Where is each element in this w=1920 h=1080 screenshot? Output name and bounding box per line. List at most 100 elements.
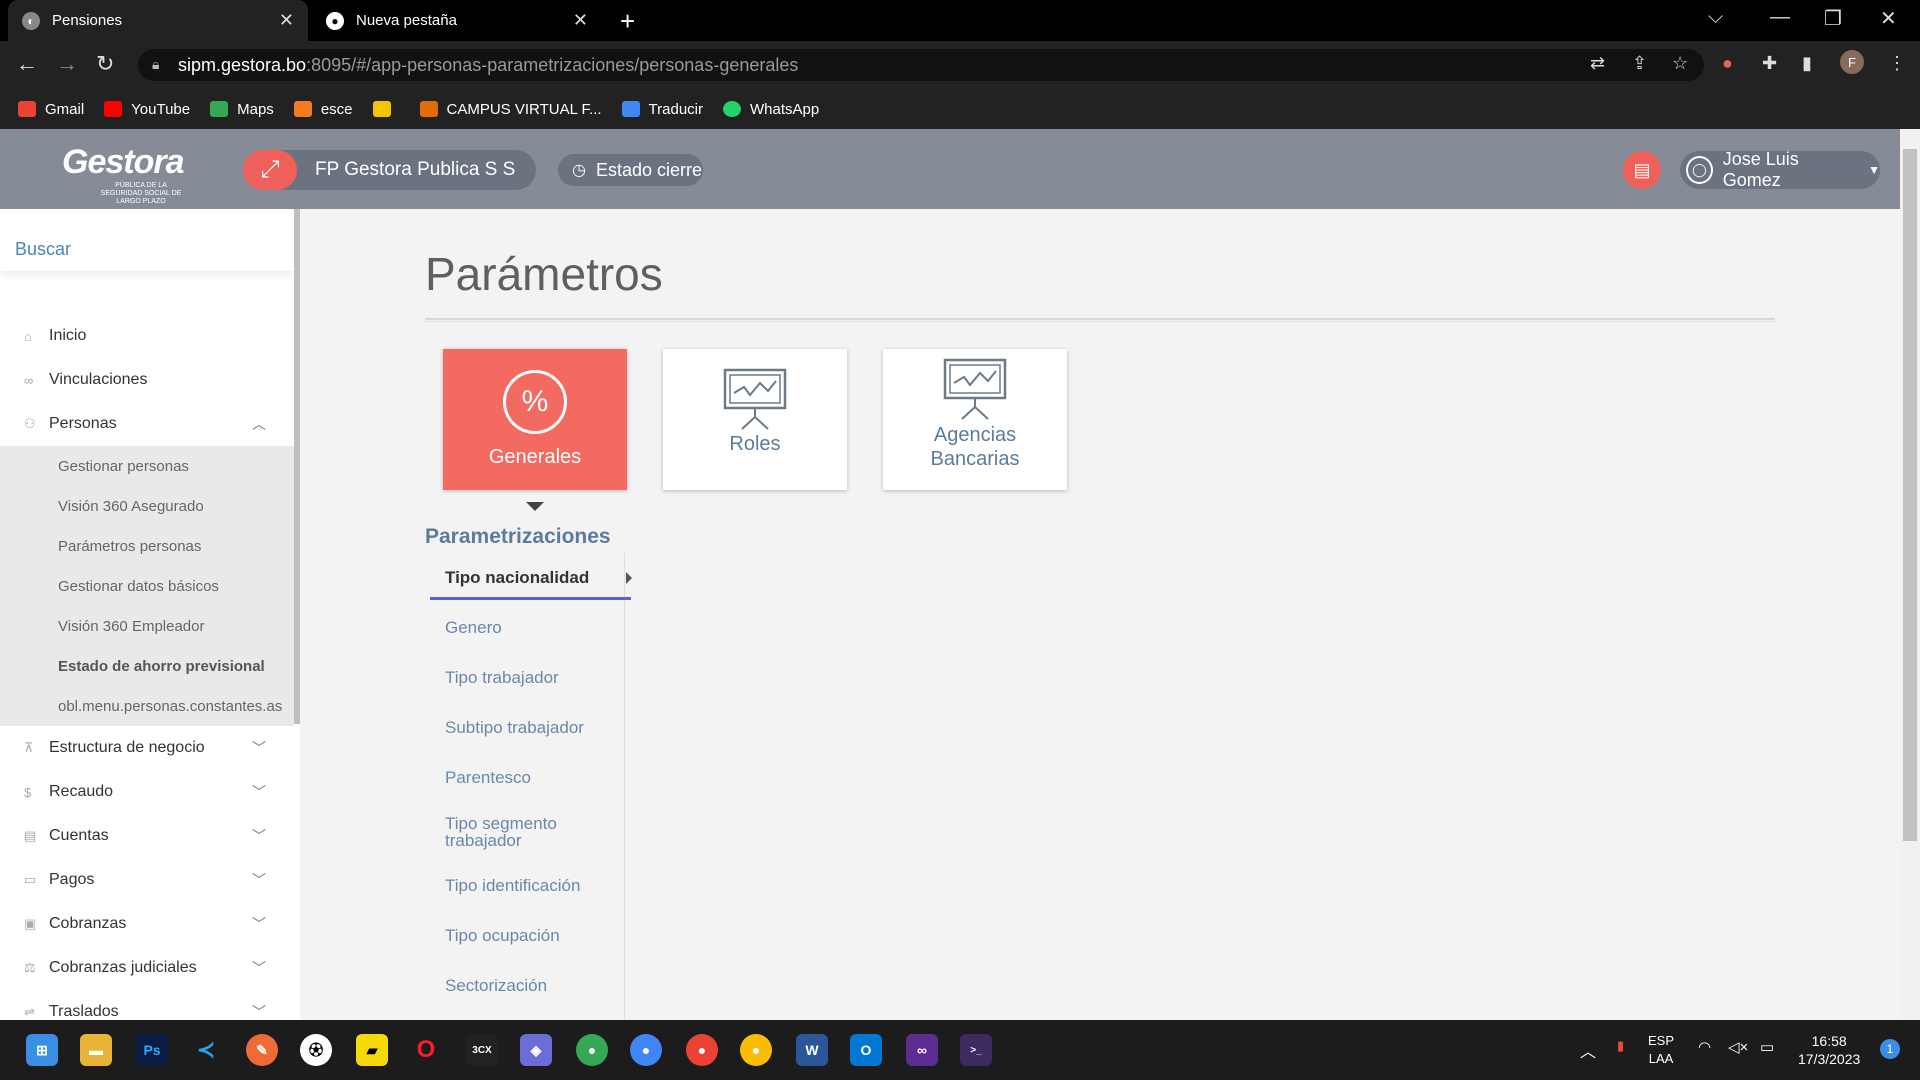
restore-icon[interactable]: ❐ (1824, 6, 1842, 31)
param-tipo-identificacion[interactable]: Tipo identificación (425, 861, 624, 911)
submenu-estado-ahorro[interactable]: Estado de ahorro previsional (0, 646, 294, 686)
gestora-logo[interactable]: Gestora PÚBLICA DE LA SEGURIDAD SOCIAL D… (62, 143, 186, 206)
chrome-profile-g-icon[interactable]: ● (686, 1034, 718, 1066)
page-scrollbar[interactable] (1900, 129, 1920, 1020)
3cx-icon[interactable]: 3CX (466, 1034, 498, 1066)
bookmark-traducir[interactable]: Traducir (621, 101, 703, 118)
soccer-app-icon[interactable]: ⚽︎ (300, 1034, 332, 1066)
submenu-vision-360-empleador[interactable]: Visión 360 Empleador (0, 606, 294, 646)
scrollbar-thumb[interactable] (1903, 149, 1917, 841)
new-tab-button[interactable]: + (620, 6, 635, 37)
reload-icon[interactable]: ↻ (96, 51, 114, 77)
chrome-active-icon[interactable]: ● (630, 1034, 662, 1066)
chrome-profile-f-icon[interactable]: ● (740, 1034, 772, 1066)
bookmark-youtube[interactable]: YouTube (104, 101, 190, 118)
chevron-down-icon: ﹀ (252, 872, 266, 888)
start-icon[interactable]: ⊞ (26, 1034, 58, 1066)
bookmark-esce[interactable]: esce (293, 101, 353, 118)
submenu-parametros-personas[interactable]: Parámetros personas (0, 526, 294, 566)
close-tab-icon[interactable]: ✕ (573, 10, 588, 31)
back-icon[interactable]: ← (16, 51, 38, 77)
opera-icon[interactable]: O (410, 1034, 442, 1066)
tray-chevron-up-icon[interactable]: ︿ (1580, 1038, 1596, 1062)
sidebar-item-inicio[interactable]: ⌂ Inicio (0, 314, 294, 358)
sidebar-item-estructura[interactable]: ⊼ Estructura de negocio ﹀ (0, 726, 294, 770)
sidebar-item-traslados[interactable]: ⇌ Traslados ﹀ (0, 990, 294, 1020)
bookmark-yellow[interactable] (372, 101, 400, 117)
tab-nueva-pestana[interactable]: ● Nueva pestaña ✕ (312, 0, 602, 41)
submenu-gestionar-datos-basicos[interactable]: Gestionar datos básicos (0, 566, 294, 606)
card-label: Agencias Bancarias (930, 424, 1020, 470)
briefcase-icon: ▣ (24, 916, 37, 931)
gavel-icon: ⚖ (24, 960, 36, 975)
param-subtipo-trabajador[interactable]: Subtipo trabajador (425, 703, 624, 753)
param-tipo-segmento-trabajador[interactable]: Tipo segmento trabajador (425, 803, 575, 861)
manual-book-button[interactable]: ▤ (1623, 151, 1661, 189)
search-input[interactable]: Buscar (0, 209, 294, 271)
word-icon[interactable]: W (796, 1034, 828, 1066)
volume-muted-icon[interactable]: ◁× (1728, 1038, 1748, 1056)
param-genero[interactable]: Genero (425, 603, 624, 653)
param-parentesco[interactable]: Parentesco (425, 753, 624, 803)
clock[interactable]: 16:58 17/3/2023 (1798, 1032, 1860, 1068)
postman-icon[interactable]: ✎ (246, 1034, 278, 1066)
menu-dots-icon[interactable]: ⋮ (1888, 53, 1906, 74)
keyboard-language[interactable]: ESP LAA (1648, 1032, 1674, 1068)
sidebar-item-cobranzas[interactable]: ▣ Cobranzas ﹀ (0, 902, 294, 946)
entity-name: FP Gestora Publica S S (315, 159, 516, 180)
card-roles[interactable]: Roles (663, 349, 847, 490)
submenu-constantes[interactable]: obl.menu.personas.constantes.as (0, 686, 294, 726)
profile-avatar[interactable]: F (1840, 50, 1864, 74)
terminal-icon[interactable]: >_ (960, 1034, 992, 1066)
sidebar-item-pagos[interactable]: ▭ Pagos ﹀ (0, 858, 294, 902)
entity-selector[interactable]: ⤢ FP Gestora Publica S S (243, 150, 536, 190)
sidebar-item-personas[interactable]: ⚇ Personas ︿ (0, 402, 294, 446)
bookmark-gmail[interactable]: Gmail (18, 101, 84, 118)
bookmark-campus[interactable]: CAMPUS VIRTUAL F... (419, 101, 602, 118)
sidebar-item-cuentas[interactable]: ▤ Cuentas ﹀ (0, 814, 294, 858)
url-field[interactable]: 🔒︎ sipm.gestora.bo:8095/#/app-personas-p… (138, 49, 1704, 81)
card-generales[interactable]: % Generales (443, 349, 627, 490)
submenu-vision-360-asegurado[interactable]: Visión 360 Asegurado (0, 486, 294, 526)
tab-pensiones[interactable]: ◐ Pensiones ✕ (8, 0, 308, 41)
puzzle-icon[interactable]: ✚ (1762, 53, 1777, 74)
star-icon[interactable]: ☆ (1672, 53, 1688, 74)
bookmark-whatsapp[interactable]: WhatsApp (723, 101, 819, 118)
share-icon[interactable]: ⇪ (1632, 53, 1647, 74)
file-explorer-icon[interactable]: ▬ (80, 1034, 112, 1066)
esce-icon (293, 101, 312, 117)
bookmark-maps[interactable]: Maps (210, 101, 274, 118)
sidebar-item-vinculaciones[interactable]: ∞ Vinculaciones (0, 358, 294, 402)
close-window-icon[interactable]: ✕ (1880, 6, 1897, 31)
photoshop-icon[interactable]: Ps (136, 1034, 168, 1066)
wifi-icon[interactable]: ◠ (1698, 1038, 1711, 1056)
outlook-icon[interactable]: O (850, 1034, 882, 1066)
close-tab-icon[interactable]: ✕ (279, 10, 294, 31)
sidepanel-icon[interactable]: ▮ (1802, 53, 1812, 74)
battery-icon[interactable]: ▭ (1760, 1038, 1774, 1056)
visual-studio-icon[interactable]: ∞ (906, 1034, 938, 1066)
param-tipo-trabajador[interactable]: Tipo trabajador (425, 653, 624, 703)
param-tipo-ocupacion[interactable]: Tipo ocupación (425, 911, 624, 961)
sticky-notes-icon[interactable]: ▰ (356, 1034, 388, 1066)
minimize-icon[interactable]: — (1770, 6, 1790, 29)
submenu-gestionar-personas[interactable]: Gestionar personas (0, 446, 294, 486)
switch-entity-icon[interactable]: ⤢ (243, 150, 297, 190)
card-agencias-bancarias[interactable]: Agencias Bancarias (883, 349, 1067, 490)
user-menu[interactable]: ◯ Jose Luis Gomez ▼ (1680, 149, 1880, 190)
chrome-profile-icon[interactable]: ● (576, 1034, 608, 1066)
sidebar-item-recaudo[interactable]: $ Recaudo ﹀ (0, 770, 294, 814)
forward-icon[interactable]: → (56, 51, 78, 77)
estado-cierre-button[interactable]: ◷ Estado cierre (558, 154, 703, 186)
param-sectorizacion[interactable]: Sectorización (425, 961, 624, 1011)
extension-icon[interactable]: ● (1722, 53, 1733, 74)
tray-app-icon[interactable]: ▮ (1617, 1038, 1624, 1054)
param-tipo-nacionalidad[interactable]: Tipo nacionalidad (425, 553, 632, 603)
browser-tab-strip: ◐ Pensiones ✕ ● Nueva pestaña ✕ + ⌵ — ❐ … (0, 0, 1920, 41)
tab-search-icon[interactable]: ⌵ (1708, 6, 1723, 29)
virtualbox-icon[interactable]: ◈ (520, 1034, 552, 1066)
vscode-icon[interactable]: ≺ (190, 1034, 222, 1066)
sidebar-item-cobranzas-judiciales[interactable]: ⚖ Cobranzas judiciales ﹀ (0, 946, 294, 990)
translate-icon[interactable]: ⇄ (1590, 53, 1605, 74)
notification-badge[interactable]: 1 (1880, 1039, 1900, 1059)
